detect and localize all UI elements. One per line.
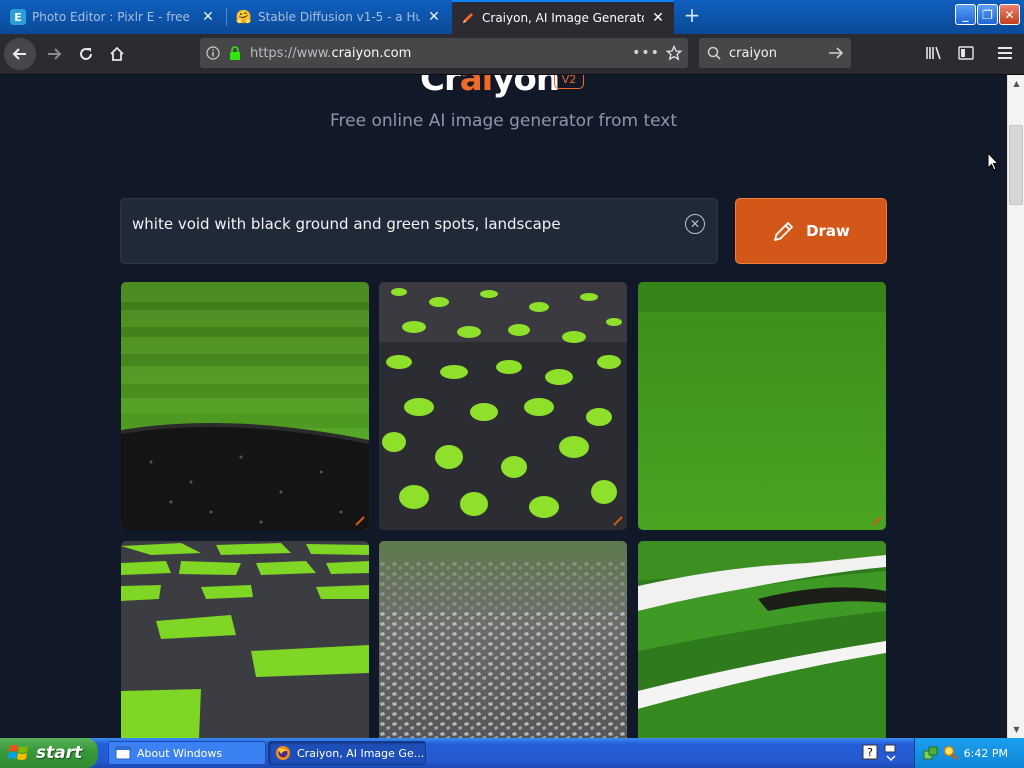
search-input[interactable]: craiyon: [729, 46, 821, 61]
draw-label: Draw: [806, 222, 850, 240]
search-bar[interactable]: craiyon: [699, 38, 851, 68]
scrollbar-thumb[interactable]: [1009, 125, 1023, 205]
url-text[interactable]: https://www.craiyon.com: [244, 46, 632, 61]
close-window-button[interactable]: ✕: [999, 4, 1020, 25]
craiyon-logo[interactable]: Craiyon: [420, 75, 560, 99]
clear-prompt-icon[interactable]: ✕: [685, 214, 705, 234]
huggingface-icon: 🤗: [235, 9, 253, 25]
search-go-icon[interactable]: [821, 46, 851, 60]
address-bar[interactable]: https://www.craiyon.com •••: [200, 38, 688, 68]
menu-button[interactable]: [989, 38, 1021, 68]
clock[interactable]: 6:42 PM: [964, 747, 1008, 760]
pixlr-icon: E: [10, 9, 26, 25]
close-tab-icon[interactable]: ✕: [426, 9, 442, 25]
close-tab-icon[interactable]: ✕: [650, 10, 666, 26]
tab-label: Stable Diffusion v1-5 - a Hugging: [258, 10, 420, 24]
sidebar-icon: [958, 46, 974, 60]
task-label: Craiyon, AI Image Ge...: [297, 746, 425, 760]
new-tab-button[interactable]: +: [681, 5, 703, 27]
home-button[interactable]: [101, 38, 133, 70]
tab-pixlr[interactable]: E Photo Editor : Pixlr E - free image ✕: [2, 2, 224, 32]
windows-taskbar: start About Windows Craiyon, AI Image Ge…: [0, 738, 1024, 768]
logo-text-start: Cr: [420, 75, 461, 99]
prompt-input[interactable]: white void with black ground and green s…: [120, 198, 718, 264]
tab-label: Craiyon, AI Image Generator: [482, 11, 644, 25]
generated-image-1[interactable]: [121, 282, 369, 530]
tab-stable-diffusion[interactable]: 🤗 Stable Diffusion v1-5 - a Hugging ✕: [228, 2, 450, 32]
task-label: About Windows: [137, 746, 223, 760]
restore-button[interactable]: ❐: [977, 4, 998, 25]
vertical-scrollbar[interactable]: ▲ ▼: [1007, 75, 1024, 738]
start-button[interactable]: start: [0, 738, 98, 768]
close-tab-icon[interactable]: ✕: [200, 9, 216, 25]
info-icon[interactable]: [200, 46, 226, 60]
back-arrow-icon: [12, 48, 26, 60]
sidebar-toggle-button[interactable]: [950, 38, 982, 68]
generated-image-2[interactable]: [379, 282, 627, 530]
home-icon: [110, 46, 124, 61]
generated-image-3[interactable]: [638, 282, 886, 530]
search-icon: [699, 46, 729, 60]
hamburger-menu-icon: [998, 47, 1012, 59]
minimize-button[interactable]: _: [955, 4, 976, 25]
firefox-icon: [276, 746, 290, 760]
tagline: Free online AI image generator from text: [329, 111, 677, 131]
start-label: start: [36, 743, 83, 763]
craiyon-pencil-icon: [460, 10, 476, 26]
tab-craiyon[interactable]: Craiyon, AI Image Generator ✕: [452, 0, 674, 34]
svg-text:?: ?: [867, 746, 873, 759]
search-tray-icon[interactable]: [943, 745, 959, 761]
generated-image-4[interactable]: [121, 541, 369, 738]
network-icon[interactable]: [923, 745, 939, 761]
library-icon: [926, 46, 941, 60]
back-button[interactable]: [4, 38, 36, 70]
scroll-up-icon[interactable]: ▲: [1009, 76, 1024, 91]
library-button[interactable]: [918, 38, 950, 68]
generated-image-6[interactable]: [638, 541, 886, 738]
mouse-cursor-icon: [987, 152, 999, 171]
forward-arrow-icon: [48, 48, 62, 60]
help-icon[interactable]: ?: [862, 744, 878, 760]
browser-tab-strip: E Photo Editor : Pixlr E - free image ✕ …: [0, 0, 1024, 34]
url-domain: craiyon.com: [331, 45, 412, 61]
browser-toolbar: https://www.craiyon.com ••• craiyon: [0, 34, 1024, 75]
tab-divider: [226, 8, 227, 26]
windows-flag-icon: [8, 745, 28, 760]
scroll-down-icon[interactable]: ▼: [1009, 722, 1024, 737]
pencil-corner-icon: [355, 516, 365, 526]
pencil-icon: [774, 222, 793, 241]
taskbar-item-craiyon[interactable]: Craiyon, AI Image Ge...: [268, 741, 426, 765]
bookmark-star-icon[interactable]: [660, 45, 688, 61]
pencil-corner-icon: [872, 516, 882, 526]
system-tray: 6:42 PM: [914, 738, 1024, 768]
reload-icon: [80, 48, 92, 60]
window-icon: [115, 746, 131, 760]
lock-icon[interactable]: [226, 46, 244, 60]
reload-button[interactable]: [70, 38, 102, 70]
url-prefix: https://www.: [250, 45, 332, 61]
tab-label: Photo Editor : Pixlr E - free image: [32, 10, 194, 24]
page-content: Craiyon V2 Free online AI image generato…: [0, 75, 1007, 738]
generated-image-5[interactable]: [379, 541, 627, 738]
language-bar-icon[interactable]: [884, 744, 898, 762]
page-actions-button[interactable]: •••: [632, 45, 660, 61]
forward-button[interactable]: [38, 38, 70, 70]
draw-button[interactable]: Draw: [735, 198, 887, 264]
prompt-text[interactable]: white void with black ground and green s…: [132, 215, 561, 233]
pencil-corner-icon: [613, 516, 623, 526]
taskbar-item-about-windows[interactable]: About Windows: [108, 741, 266, 765]
version-badge: V2: [554, 75, 584, 89]
logo-text-end: yon: [492, 75, 560, 99]
logo-text-ai: ai: [459, 75, 494, 99]
